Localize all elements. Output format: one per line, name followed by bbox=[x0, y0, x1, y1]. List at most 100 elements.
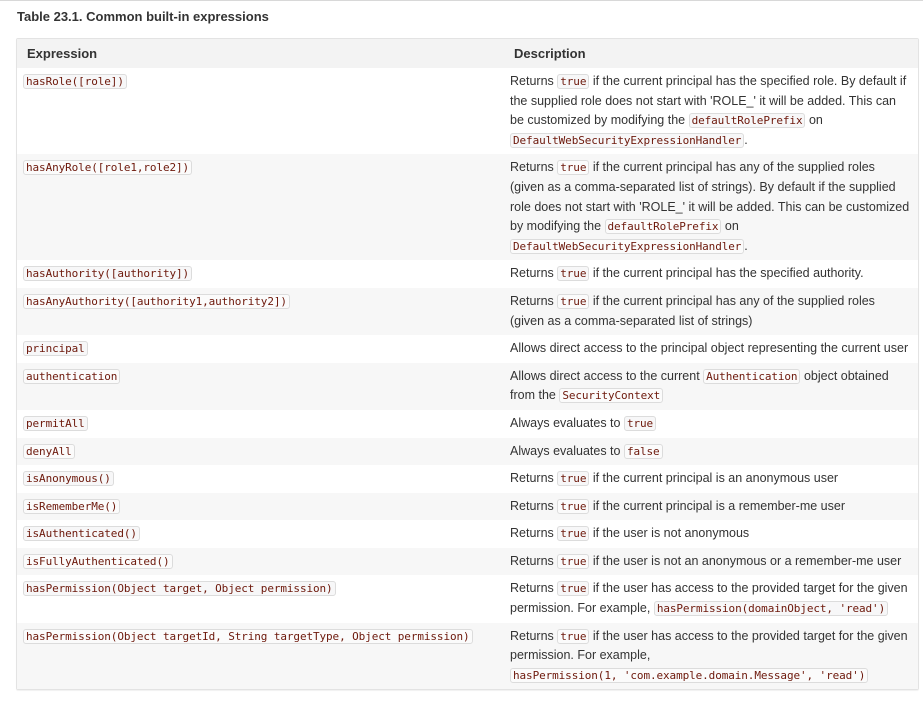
table-body: hasRole([role]) Returns true if the curre… bbox=[17, 68, 918, 690]
description-text: on bbox=[721, 219, 739, 234]
description-text: if the user is not an anonymous or a rem… bbox=[589, 553, 902, 568]
inline-code: hasPermission(1, 'com.example.domain.Mes… bbox=[510, 667, 869, 683]
description-cell: Always evaluates to true bbox=[505, 409, 918, 438]
expression-code: isAnonymous() bbox=[23, 471, 114, 487]
table-row: isAnonymous() Returns true if the current… bbox=[17, 465, 918, 493]
description-cell: Allows direct access to the principal ob… bbox=[505, 335, 918, 363]
inline-code: SecurityContext bbox=[559, 388, 664, 404]
inline-code: defaultRolePrefix bbox=[604, 219, 722, 235]
inline-code: true bbox=[557, 526, 590, 542]
inline-code: true bbox=[557, 471, 590, 487]
description-cell: Always evaluates to false bbox=[505, 437, 918, 466]
inline-code: true bbox=[623, 415, 657, 431]
expression-cell: isAnonymous() bbox=[17, 465, 505, 493]
table-row: hasAuthority([authority]) Returns true if… bbox=[17, 260, 918, 288]
expression-code: hasAuthority([authority]) bbox=[23, 266, 193, 282]
description-text: if the current principal is a remember-m… bbox=[589, 498, 845, 513]
inline-code: true bbox=[557, 266, 590, 282]
table-row: hasRole([role]) Returns true if the curre… bbox=[17, 68, 918, 155]
inline-code: Authentication bbox=[703, 368, 801, 384]
description-text: if the current principal has the specifi… bbox=[589, 266, 864, 281]
description-cell: Allows direct access to the current Auth… bbox=[505, 362, 918, 410]
top-divider bbox=[0, 0, 923, 1]
description-text: Allows direct access to the principal ob… bbox=[510, 341, 909, 356]
description-text: . bbox=[744, 132, 748, 147]
description-cell: Returns true if the current principal is… bbox=[505, 465, 918, 493]
expression-cell: hasPermission(Object target, Object perm… bbox=[17, 575, 505, 623]
expressions-table: Expression Description hasRole([role]) Re… bbox=[16, 38, 919, 691]
header-expression: Expression bbox=[17, 39, 505, 68]
table-header-row: Expression Description bbox=[17, 39, 918, 68]
inline-code: true bbox=[557, 160, 590, 176]
expression-code: hasAnyRole([role1,role2]) bbox=[23, 160, 193, 176]
description-text: if the user is not anonymous bbox=[589, 526, 750, 541]
table-row: isRememberMe() Returns true if the curren… bbox=[17, 492, 918, 521]
expression-cell: isFullyAuthenticated() bbox=[17, 547, 505, 576]
description-cell: Returns true if the user is not anonymou… bbox=[505, 520, 918, 548]
inline-code: DefaultWebSecurityExpressionHandler bbox=[510, 238, 745, 254]
header-description: Description bbox=[505, 39, 918, 68]
expression-code: hasPermission(Object target, Object perm… bbox=[23, 581, 336, 597]
description-text: if the current principal is an anonymous… bbox=[589, 471, 839, 486]
table-row: hasAnyRole([role1,role2]) Returns true if… bbox=[17, 154, 918, 261]
description-text: Returns bbox=[510, 74, 558, 88]
description-text: Returns bbox=[510, 266, 558, 281]
expression-cell: hasAnyRole([role1,role2]) bbox=[17, 154, 505, 261]
inline-code: hasPermission(domainObject, 'read') bbox=[653, 601, 889, 617]
description-text: Returns bbox=[510, 160, 558, 175]
inline-code: defaultRolePrefix bbox=[688, 113, 806, 129]
description-text: Returns bbox=[510, 471, 558, 486]
expression-code: principal bbox=[23, 341, 88, 357]
expression-code: authentication bbox=[23, 368, 121, 384]
expression-cell: isAuthenticated() bbox=[17, 520, 505, 548]
expression-code: isAuthenticated() bbox=[23, 526, 140, 542]
description-cell: Returns true if the current principal is… bbox=[505, 492, 918, 521]
expression-code: denyAll bbox=[23, 443, 75, 459]
table-row: isAuthenticated() Returns true if the use… bbox=[17, 520, 918, 548]
description-cell: Returns true if the current principal ha… bbox=[505, 260, 918, 288]
expression-code: hasAnyAuthority([authority1,authority2]) bbox=[23, 293, 290, 309]
table-row: hasAnyAuthority([authority1,authority2])… bbox=[17, 287, 918, 336]
expression-cell: isRememberMe() bbox=[17, 492, 505, 521]
table-row: principal Allows direct access to the pri… bbox=[17, 335, 918, 363]
description-text: Returns bbox=[510, 498, 558, 513]
table-row: isFullyAuthenticated() Returns true if th… bbox=[17, 547, 918, 576]
description-cell: Returns true if the user has access to t… bbox=[505, 622, 918, 690]
inline-code: DefaultWebSecurityExpressionHandler bbox=[510, 132, 745, 148]
description-cell: Returns true if the current principal ha… bbox=[505, 287, 918, 336]
description-text: Returns bbox=[510, 553, 558, 568]
inline-code: false bbox=[623, 443, 663, 459]
expression-cell: hasAnyAuthority([authority1,authority2]) bbox=[17, 287, 505, 336]
table-row: denyAll Always evaluates to false bbox=[17, 437, 918, 466]
description-cell: Returns true if the user is not an anony… bbox=[505, 547, 918, 576]
expression-code: hasRole([role]) bbox=[23, 74, 127, 89]
expression-code: isFullyAuthenticated() bbox=[23, 553, 173, 569]
inline-code: true bbox=[557, 74, 590, 89]
description-text: Always evaluates to bbox=[510, 443, 624, 458]
table-row: hasPermission(Object targetId, String ta… bbox=[17, 622, 918, 690]
description-cell: Returns true if the current principal ha… bbox=[505, 68, 918, 155]
expression-cell: hasPermission(Object targetId, String ta… bbox=[17, 622, 505, 690]
description-text: Returns bbox=[510, 526, 558, 541]
expression-cell: principal bbox=[17, 335, 505, 363]
inline-code: true bbox=[557, 498, 590, 514]
table-row: hasPermission(Object target, Object perm… bbox=[17, 575, 918, 623]
expression-cell: hasRole([role]) bbox=[17, 68, 505, 155]
description-text: Returns bbox=[510, 581, 558, 596]
expression-cell: denyAll bbox=[17, 437, 505, 466]
inline-code: true bbox=[557, 293, 590, 309]
table-caption: Table 23.1. Common built-in expressions bbox=[17, 9, 269, 24]
inline-code: true bbox=[557, 581, 590, 597]
expression-cell: hasAuthority([authority]) bbox=[17, 260, 505, 288]
table-row: permitAll Always evaluates to true bbox=[17, 409, 918, 438]
description-cell: Returns true if the current principal ha… bbox=[505, 154, 918, 261]
table-row: authentication Allows direct access to th… bbox=[17, 362, 918, 410]
expression-code: isRememberMe() bbox=[23, 498, 121, 514]
expression-code: hasPermission(Object targetId, String ta… bbox=[23, 628, 473, 644]
description-text: Returns bbox=[510, 628, 558, 643]
expression-cell: permitAll bbox=[17, 409, 505, 438]
description-text: Always evaluates to bbox=[510, 415, 624, 430]
description-text: on bbox=[805, 113, 823, 128]
expression-cell: authentication bbox=[17, 362, 505, 410]
description-cell: Returns true if the user has access to t… bbox=[505, 575, 918, 623]
